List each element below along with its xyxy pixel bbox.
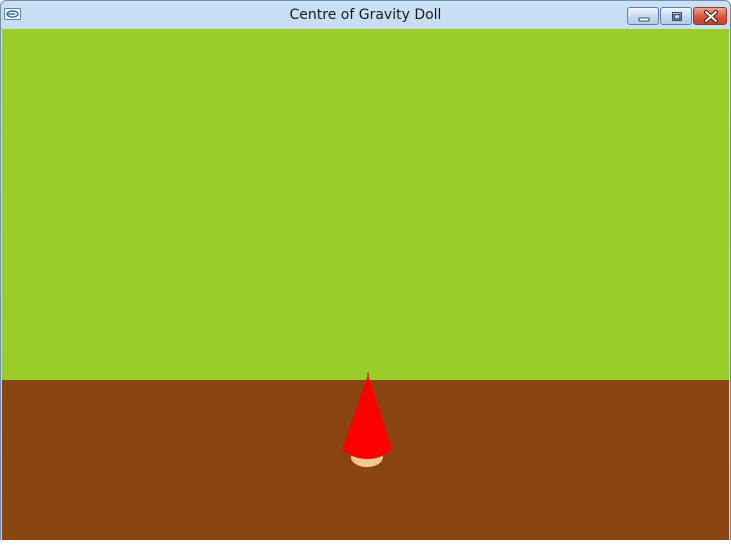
close-button[interactable] [693, 7, 727, 25]
application-window: Centre of Gravity Doll [0, 0, 731, 545]
title-bar[interactable]: Centre of Gravity Doll [1, 1, 730, 29]
gravity-doll[interactable] [340, 373, 396, 469]
close-icon [704, 10, 718, 23]
minimize-button[interactable] [627, 7, 659, 25]
scene-canvas[interactable] [2, 29, 729, 541]
maximize-button[interactable] [660, 7, 692, 25]
minimize-icon [638, 17, 650, 22]
window-bottom-edge [0, 540, 731, 545]
maximize-icon [672, 12, 682, 21]
doll-hat [342, 375, 392, 459]
sky-background [2, 29, 729, 380]
window-title: Centre of Gravity Doll [289, 7, 442, 23]
